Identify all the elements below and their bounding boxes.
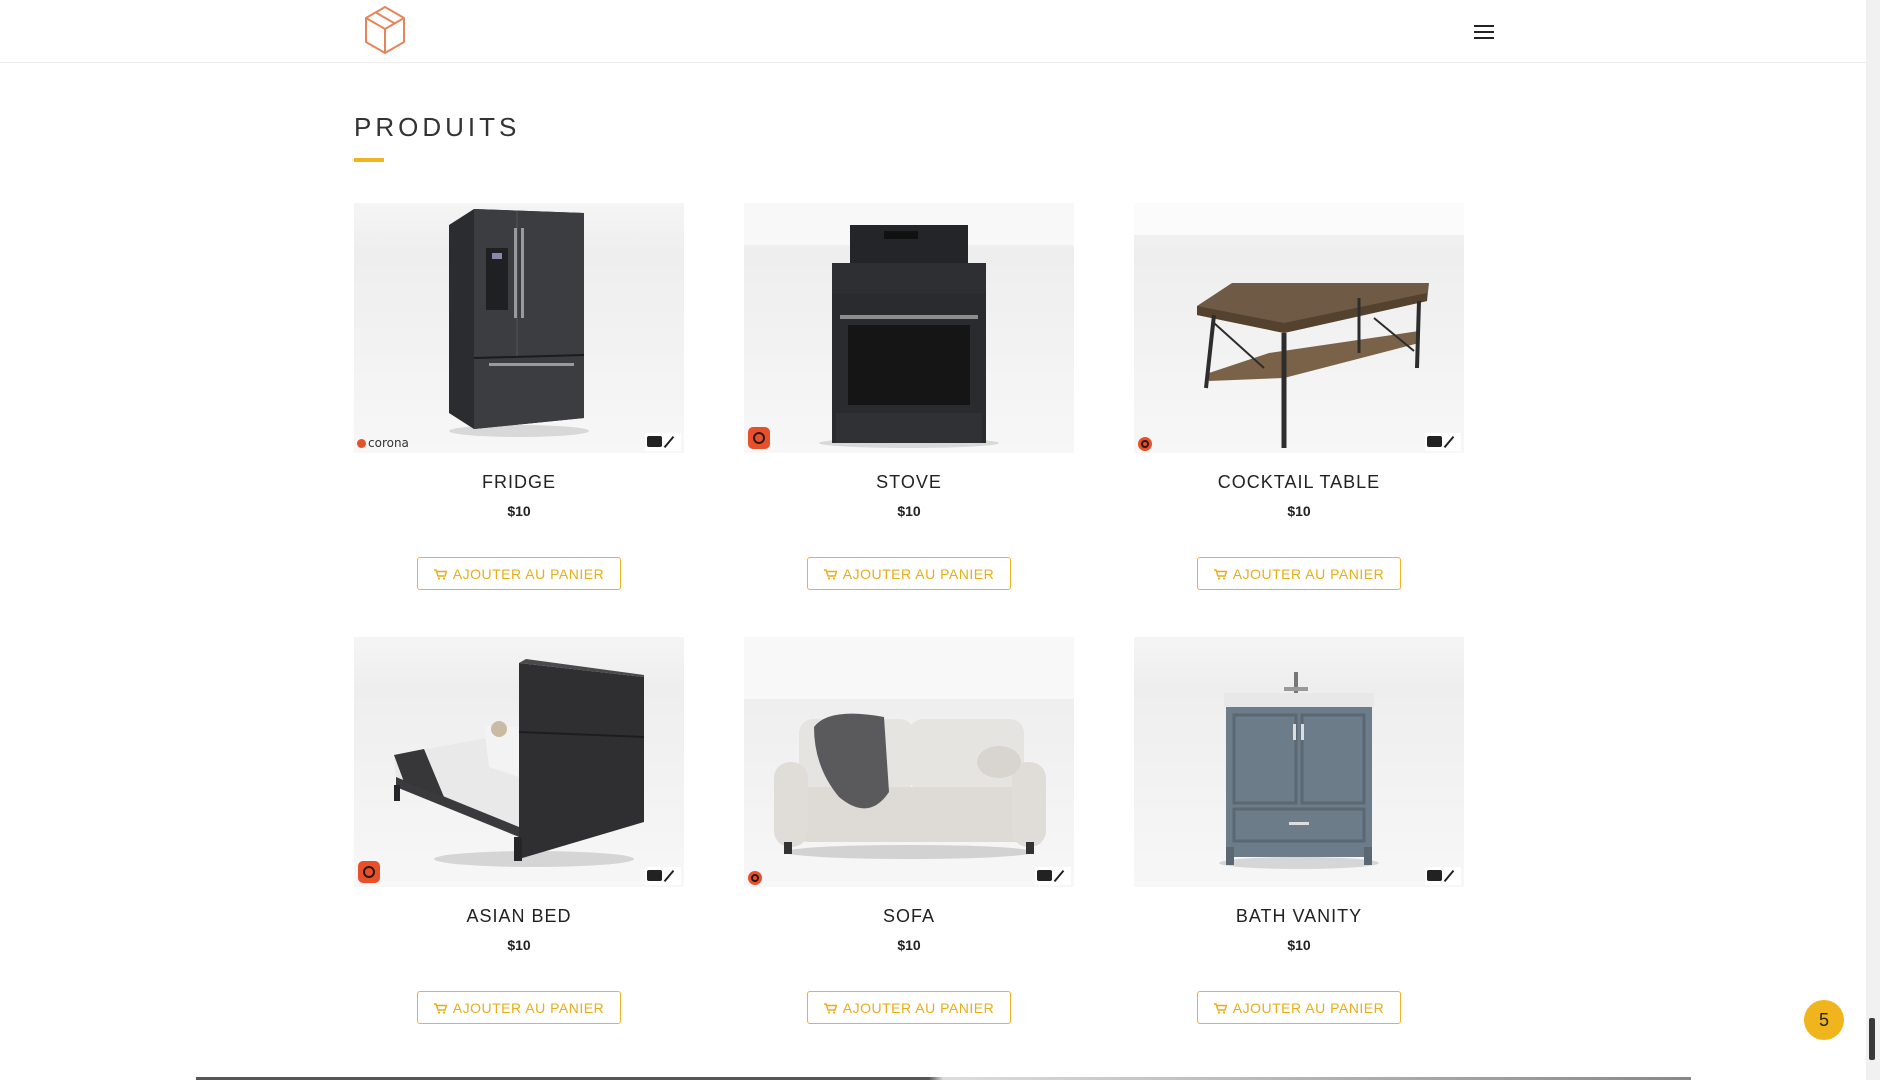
- tools-badge-icon: [1425, 867, 1461, 885]
- product-image-stove[interactable]: [744, 203, 1074, 453]
- product-name: SOFA: [882, 906, 935, 926]
- title-underline: [354, 158, 384, 162]
- tools-badge-icon: [645, 433, 681, 451]
- scrollbar-thumb[interactable]: [1869, 1018, 1875, 1060]
- product-price: $10: [507, 937, 531, 953]
- add-to-cart-button[interactable]: AJOUTER AU PANIER: [417, 991, 621, 1024]
- corona-render-badge: corona: [357, 436, 409, 450]
- product-card: corona FRIDGE $10 AJOUTER AU PANIER: [354, 203, 684, 603]
- cart-icon: [1213, 569, 1227, 580]
- product-price: $10: [1287, 937, 1311, 953]
- product-price: $10: [1287, 503, 1311, 519]
- product-price: $10: [897, 503, 921, 519]
- tools-badge-icon: [1035, 867, 1071, 885]
- cart-icon: [1213, 1003, 1227, 1014]
- corona-render-badge-icon: [358, 861, 380, 883]
- cart-icon: [433, 1003, 447, 1014]
- add-to-cart-label: AJOUTER AU PANIER: [1232, 566, 1385, 582]
- add-to-cart-label: AJOUTER AU PANIER: [452, 566, 605, 582]
- hamburger-menu-icon[interactable]: [1470, 18, 1498, 44]
- product-price: $10: [897, 937, 921, 953]
- product-card: COCKTAIL TABLE $10 AJOUTER AU PANIER: [1134, 203, 1464, 603]
- product-image-asian-bed[interactable]: [354, 637, 684, 887]
- cart-icon: [823, 569, 837, 580]
- corona-render-badge-icon: [748, 427, 770, 449]
- product-name: COCKTAIL TABLE: [1217, 472, 1381, 492]
- add-to-cart-button[interactable]: AJOUTER AU PANIER: [1197, 557, 1401, 590]
- product-image-fridge[interactable]: corona: [354, 203, 684, 453]
- add-to-cart-label: AJOUTER AU PANIER: [452, 1000, 605, 1016]
- cart-counter-badge[interactable]: 5: [1804, 1000, 1844, 1040]
- corona-render-badge-icon: [748, 871, 762, 885]
- product-image-cocktail-table[interactable]: [1134, 203, 1464, 453]
- product-name: ASIAN BED: [466, 906, 572, 926]
- tools-badge-icon: [645, 867, 681, 885]
- site-header: [0, 0, 1866, 63]
- add-to-cart-label: AJOUTER AU PANIER: [842, 566, 995, 582]
- section-title: PRODUITS: [354, 112, 521, 142]
- product-image-bath-vanity[interactable]: [1134, 637, 1464, 887]
- page: PRODUITS corona FRIDGE $10 AJOUTER AU PA…: [0, 0, 1880, 1080]
- product-name: BATH VANITY: [1235, 906, 1363, 926]
- add-to-cart-label: AJOUTER AU PANIER: [1232, 1000, 1385, 1016]
- product-card: STOVE $10 AJOUTER AU PANIER: [744, 203, 1074, 603]
- cart-icon: [823, 1003, 837, 1014]
- corona-render-badge-icon: [1138, 437, 1152, 451]
- cube-logo-icon[interactable]: [358, 3, 412, 57]
- tools-badge-icon: [1425, 433, 1461, 451]
- cart-icon: [433, 569, 447, 580]
- add-to-cart-button[interactable]: AJOUTER AU PANIER: [807, 557, 1011, 590]
- add-to-cart-button[interactable]: AJOUTER AU PANIER: [1197, 991, 1401, 1024]
- product-name: STOVE: [876, 472, 942, 492]
- product-image-sofa[interactable]: [744, 637, 1074, 887]
- product-name: FRIDGE: [481, 472, 556, 492]
- product-card: ASIAN BED $10 AJOUTER AU PANIER: [354, 637, 684, 1037]
- scrollbar-track[interactable]: [1866, 0, 1880, 1080]
- add-to-cart-button[interactable]: AJOUTER AU PANIER: [807, 991, 1011, 1024]
- add-to-cart-label: AJOUTER AU PANIER: [842, 1000, 995, 1016]
- product-price: $10: [507, 503, 531, 519]
- add-to-cart-button[interactable]: AJOUTER AU PANIER: [417, 557, 621, 590]
- product-card: SOFA $10 AJOUTER AU PANIER: [744, 637, 1074, 1037]
- product-card: BATH VANITY $10 AJOUTER AU PANIER: [1134, 637, 1464, 1037]
